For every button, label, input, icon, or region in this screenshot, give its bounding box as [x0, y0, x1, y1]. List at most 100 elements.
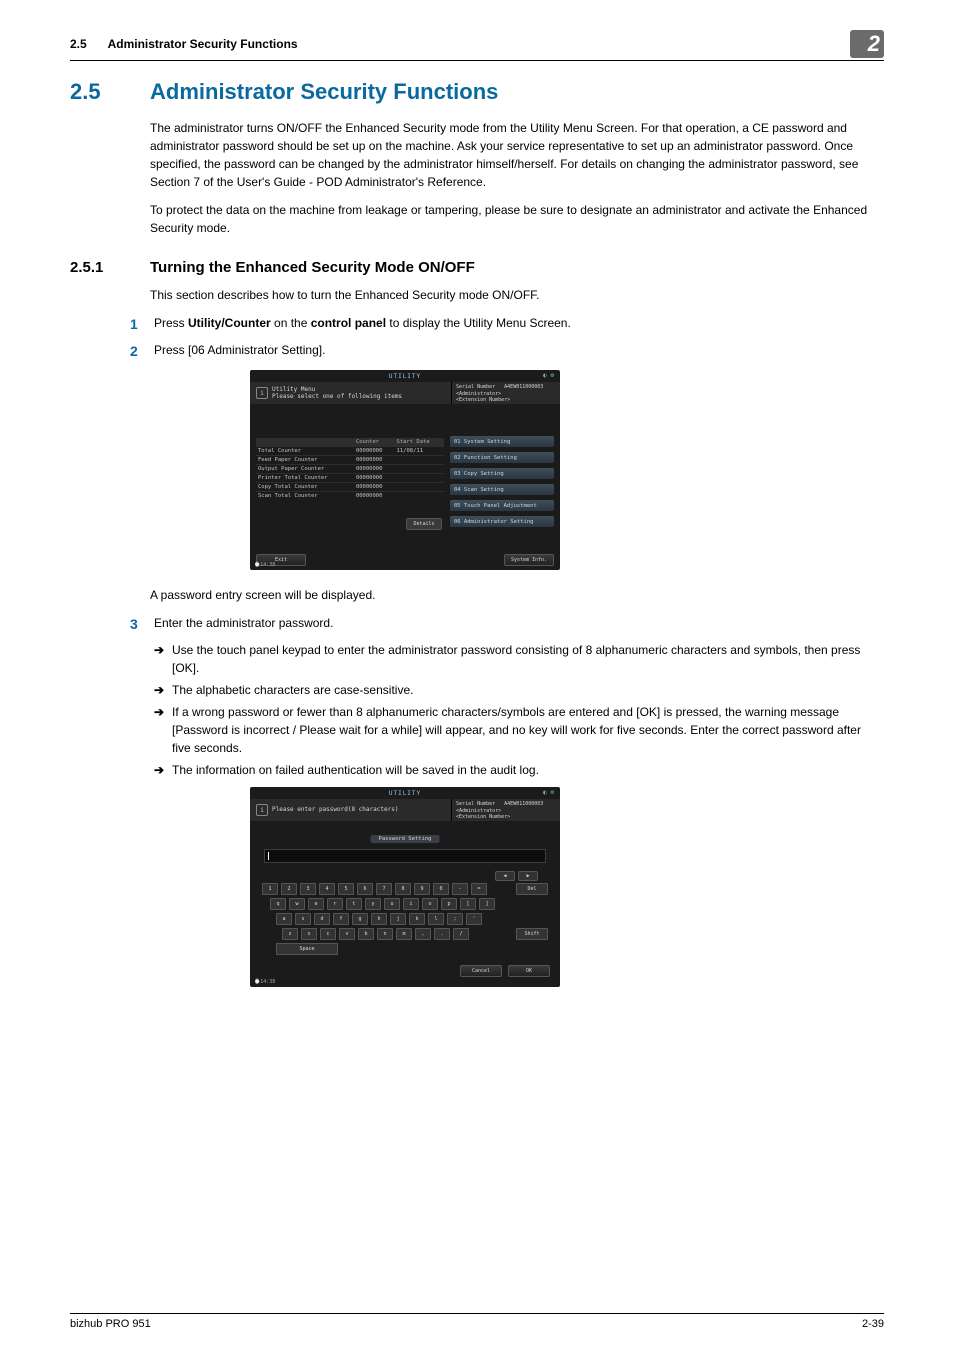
key[interactable]: t — [346, 898, 362, 910]
menu-administrator-setting[interactable]: 06 Administrator Setting — [450, 516, 554, 527]
key[interactable]: [ — [460, 898, 476, 910]
key[interactable]: p — [441, 898, 457, 910]
key[interactable]: 1 — [262, 883, 278, 895]
step-2-text: Press [06 Administrator Setting]. — [154, 341, 884, 362]
h2-title: Administrator Security Functions — [150, 79, 498, 105]
key[interactable]: ] — [479, 898, 495, 910]
menu-copy-setting[interactable]: 03 Copy Setting — [450, 468, 554, 479]
after-shot1-text: A password entry screen will be displaye… — [150, 586, 884, 604]
key[interactable]: 6 — [357, 883, 373, 895]
intro-p2: To protect the data on the machine from … — [150, 201, 884, 237]
key[interactable]: n — [377, 928, 393, 940]
s1-mid: on the — [271, 316, 311, 330]
info-left: i Please enter password(8 characters) — [250, 799, 451, 821]
key[interactable]: 9 — [414, 883, 430, 895]
key[interactable]: x — [301, 928, 317, 940]
menu-scan-setting[interactable]: 04 Scan Setting — [450, 484, 554, 495]
key[interactable]: v — [339, 928, 355, 940]
key[interactable]: d — [314, 913, 330, 925]
caret-icon — [268, 852, 269, 860]
menu-touch-panel[interactable]: 05 Touch Panel Adjustment — [450, 500, 554, 511]
key[interactable]: z — [282, 928, 298, 940]
info-left: i Utility Menu Please select one of foll… — [250, 382, 451, 404]
step-1-text: Press Utility/Counter on the control pan… — [154, 314, 884, 335]
password-input[interactable] — [264, 849, 546, 863]
h3-number: 2.5.1 — [70, 259, 150, 276]
key[interactable]: l — [428, 913, 444, 925]
key[interactable]: ' — [466, 913, 482, 925]
bullet-3: If a wrong password or fewer than 8 alph… — [172, 703, 874, 757]
key[interactable]: = — [471, 883, 487, 895]
menu-system-setting[interactable]: 01 System Setting — [450, 436, 554, 447]
key[interactable]: h — [371, 913, 387, 925]
key[interactable]: s — [295, 913, 311, 925]
shift-key[interactable]: Shift — [516, 928, 548, 940]
password-title: Password Setting — [371, 835, 440, 843]
key[interactable]: m — [396, 928, 412, 940]
info-right: Serial Number A4EW011000003 <Administrat… — [451, 799, 560, 821]
key[interactable]: g — [352, 913, 368, 925]
header-section-num: 2.5 — [70, 37, 87, 51]
bullet-4: The information on failed authentication… — [172, 761, 874, 779]
s1-pre: Press — [154, 316, 188, 330]
menu-function-setting[interactable]: 02 Function Setting — [450, 452, 554, 463]
key[interactable]: 2 — [281, 883, 297, 895]
h2-number: 2.5 — [70, 79, 150, 105]
key[interactable]: 5 — [338, 883, 354, 895]
key[interactable]: a — [276, 913, 292, 925]
step-2-number: 2 — [130, 341, 154, 362]
key[interactable]: o — [422, 898, 438, 910]
del-key[interactable]: Del — [516, 883, 548, 895]
header-left: 2.5 Administrator Security Functions — [70, 37, 298, 51]
info-icon: i — [256, 387, 268, 399]
footer-left: bizhub PRO 951 — [70, 1318, 151, 1330]
running-header: 2.5 Administrator Security Functions 2 — [70, 30, 884, 61]
soft-keyboard: 1234567890-= Del qwertyuiop[] asdfghjkl;'… — [262, 883, 548, 955]
key[interactable]: k — [409, 913, 425, 925]
key[interactable]: r — [327, 898, 343, 910]
key[interactable]: 7 — [376, 883, 392, 895]
key[interactable]: , — [415, 928, 431, 940]
key[interactable]: f — [333, 913, 349, 925]
table-row: Printer Total Counter00000000 — [256, 474, 444, 483]
key[interactable]: . — [434, 928, 450, 940]
bullet-1: Use the touch panel keypad to enter the … — [172, 641, 874, 677]
table-row: Output Paper Counter00000000 — [256, 465, 444, 474]
key[interactable]: ; — [447, 913, 463, 925]
th-counter: Counter — [354, 438, 395, 447]
space-key[interactable]: Space — [276, 943, 338, 955]
memory-icon: ◐ ⚙ — [543, 789, 554, 796]
intro-p1: The administrator turns ON/OFF the Enhan… — [150, 119, 884, 191]
key[interactable]: 0 — [433, 883, 449, 895]
key[interactable]: / — [453, 928, 469, 940]
key[interactable]: q — [270, 898, 286, 910]
screenshot-utility-menu: UTILITY ◐ ⚙ i Utility Menu Please select… — [250, 370, 560, 570]
key[interactable]: 3 — [300, 883, 316, 895]
s1-post: to display the Utility Menu Screen. — [386, 316, 571, 330]
key[interactable]: e — [308, 898, 324, 910]
details-button[interactable]: Details — [406, 518, 442, 530]
key[interactable]: j — [390, 913, 406, 925]
cancel-button[interactable]: Cancel — [460, 965, 502, 977]
system-info-button[interactable]: System Info. — [504, 554, 554, 566]
key[interactable]: w — [289, 898, 305, 910]
key[interactable]: b — [358, 928, 374, 940]
info-message: Utility Menu Please select one of follow… — [272, 386, 402, 400]
caret-right-button[interactable]: ▶ — [518, 871, 538, 881]
info-icon: i — [256, 804, 268, 816]
key[interactable]: 8 — [395, 883, 411, 895]
caret-left-button[interactable]: ◀ — [495, 871, 515, 881]
key[interactable]: - — [452, 883, 468, 895]
step-3-text: Enter the administrator password. — [154, 614, 884, 635]
key[interactable]: 4 — [319, 883, 335, 895]
key[interactable]: y — [365, 898, 381, 910]
key[interactable]: i — [403, 898, 419, 910]
ok-button[interactable]: OK — [508, 965, 550, 977]
table-row: Total Counter0000000011/08/11 — [256, 447, 444, 456]
clock: ⌚14:38 — [254, 979, 275, 985]
key[interactable]: c — [320, 928, 336, 940]
info-message: Please enter password(8 characters) — [272, 806, 398, 813]
key[interactable]: u — [384, 898, 400, 910]
counter-table: CounterStart Date Total Counter000000001… — [256, 438, 444, 500]
chapter-badge: 2 — [850, 30, 884, 58]
